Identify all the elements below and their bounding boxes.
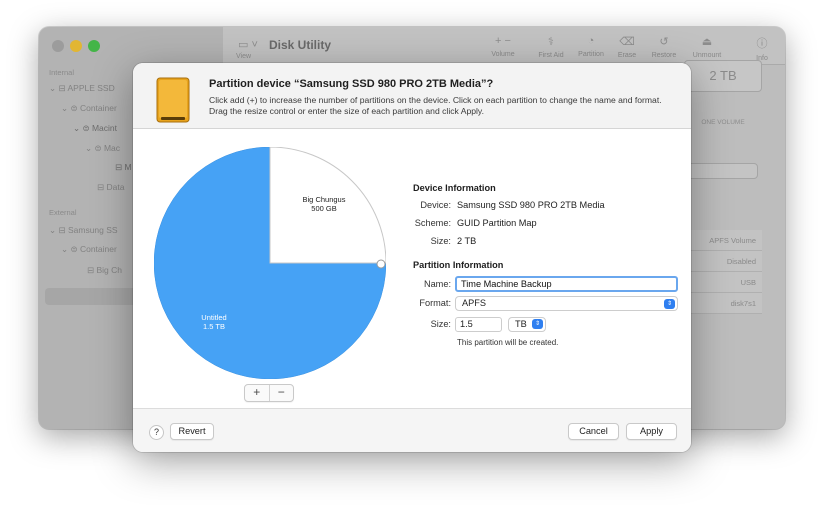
toolbar-erase-button[interactable]: ⌫ Erase: [606, 35, 648, 59]
restore-icon: ↺: [659, 36, 669, 48]
partition-info-title: Partition Information: [413, 260, 504, 270]
device-size-label: Size:: [430, 236, 451, 246]
chevron-down-icon: ⌄ ⊟: [49, 225, 68, 235]
volume-size-display: 2 TB: [684, 60, 762, 92]
sidebar-item-big-chungus[interactable]: ⊟ Big Ch: [87, 265, 122, 276]
format-value: APFS: [462, 298, 486, 308]
sidebar-item-container[interactable]: ⌄ ⊜ Container: [61, 103, 117, 114]
sheet-footer: ? Revert Cancel Apply: [133, 408, 691, 452]
toolbar-info-button[interactable]: ⓘ Info: [741, 35, 783, 62]
sidebar-item-data[interactable]: ⊟ Data: [97, 182, 124, 193]
sheet-header: Partition device “Samsung SSD 980 PRO 2T…: [133, 63, 691, 129]
sheet-title: Partition device “Samsung SSD 980 PRO 2T…: [209, 78, 494, 90]
zoom-window-button[interactable]: [88, 40, 100, 52]
stethoscope-icon: ⚕: [548, 36, 554, 48]
sidebar-toggle-icon[interactable]: ▭ ˅: [238, 38, 258, 51]
volume-size-caption: ONE VOLUME: [701, 119, 745, 126]
format-select[interactable]: APFS ⇕: [455, 296, 678, 311]
chevron-down-icon: ⌄ ⊜: [73, 123, 92, 133]
device-info-title: Device Information: [413, 183, 496, 193]
apply-button[interactable]: Apply: [626, 423, 677, 440]
usage-bar: [684, 163, 758, 179]
help-button[interactable]: ?: [149, 425, 164, 440]
format-label: Format:: [419, 298, 451, 308]
toolbar-volume-button[interactable]: + − Volume: [482, 35, 524, 58]
resize-handle[interactable]: [376, 259, 386, 269]
sidebar-header-external: External: [49, 208, 77, 217]
chevron-down-icon: ⌄ ⊟: [49, 83, 68, 93]
chevron-down-icon: ⌄ ⊜: [61, 244, 80, 254]
screen: ▭ ˅ View Disk Utility + − Volume ⚕ First…: [0, 0, 824, 505]
chevron-updown-icon: ⇕: [532, 319, 543, 329]
sidebar-item-external-container[interactable]: ⌄ ⊜ Container: [61, 244, 117, 255]
untitled-name-label: Untitled: [201, 313, 226, 322]
size-unit-select[interactable]: TB ⇕: [508, 317, 546, 332]
window-title: Disk Utility: [269, 38, 332, 52]
partition-size-input[interactable]: 1.5: [455, 317, 502, 332]
info-connection-cell: USB: [684, 272, 762, 293]
sidebar-item-volume[interactable]: ⌄ ⊜ Macint: [73, 123, 117, 134]
sidebar-item-external-disk[interactable]: ⌄ ⊟ Samsung SS: [49, 225, 118, 236]
partition-sheet: Partition device “Samsung SSD 980 PRO 2T…: [133, 63, 691, 452]
cancel-button[interactable]: Cancel: [568, 423, 619, 440]
sidebar-item-system[interactable]: ⊟ M: [115, 162, 132, 173]
toolbar-restore-button[interactable]: ↺ Restore: [643, 35, 685, 59]
sidebar-header-internal: Internal: [49, 68, 75, 77]
name-label: Name:: [423, 279, 451, 289]
chevron-updown-icon: ⇕: [664, 299, 675, 309]
close-window-button[interactable]: [52, 40, 64, 52]
partition-size-label: Size:: [430, 319, 451, 329]
info-owners-cell: Disabled: [684, 251, 762, 272]
toolbar-unmount-button[interactable]: ⏏ Unmount: [686, 35, 728, 59]
plus-minus-icon: + −: [495, 35, 511, 47]
minimize-window-button[interactable]: [70, 40, 82, 52]
info-type-cell: APFS Volume: [684, 230, 762, 251]
big-chungus-name-label: Big Chungus: [303, 195, 346, 204]
add-partition-button[interactable]: +: [245, 385, 269, 401]
add-remove-control: + −: [244, 384, 294, 402]
sidebar-item-disk[interactable]: ⌄ ⊟ APPLE SSD: [49, 83, 115, 94]
scheme-value: GUID Partition Map: [457, 218, 537, 228]
remove-partition-button[interactable]: −: [268, 385, 294, 401]
size-unit-value: TB: [515, 319, 527, 329]
eject-icon: ⏏: [701, 36, 713, 48]
external-drive-icon: [156, 77, 190, 123]
chevron-down-icon: ⌄ ⊜: [61, 103, 80, 113]
device-label: Device:: [420, 200, 451, 210]
partition-pie-chart[interactable]: Big Chungus 500 GB Untitled 1.5 TB: [154, 147, 386, 379]
sidebar-item-snapshot[interactable]: ⌄ ⊜ Mac: [85, 143, 120, 154]
scheme-label: Scheme:: [414, 218, 451, 228]
info-device-cell: disk7s1: [684, 293, 762, 314]
revert-button[interactable]: Revert: [170, 423, 214, 440]
erase-icon: ⌫: [619, 36, 635, 48]
info-icon: ⓘ: [756, 38, 768, 50]
view-label: View: [236, 53, 252, 60]
partition-name-input[interactable]: Time Machine Backup: [455, 276, 678, 292]
chevron-down-icon: ⌄ ⊜: [85, 143, 104, 153]
sheet-description: Click add (+) to increase the number of …: [209, 95, 662, 116]
partition-note: This partition will be created.: [457, 338, 559, 347]
device-value: Samsung SSD 980 PRO 2TB Media: [457, 200, 605, 210]
untitled-size-label: 1.5 TB: [203, 322, 225, 331]
toolbar-first-aid-button[interactable]: ⚕ First Aid: [530, 35, 572, 59]
device-size-value: 2 TB: [457, 236, 477, 246]
big-chungus-size-label: 500 GB: [311, 204, 336, 213]
